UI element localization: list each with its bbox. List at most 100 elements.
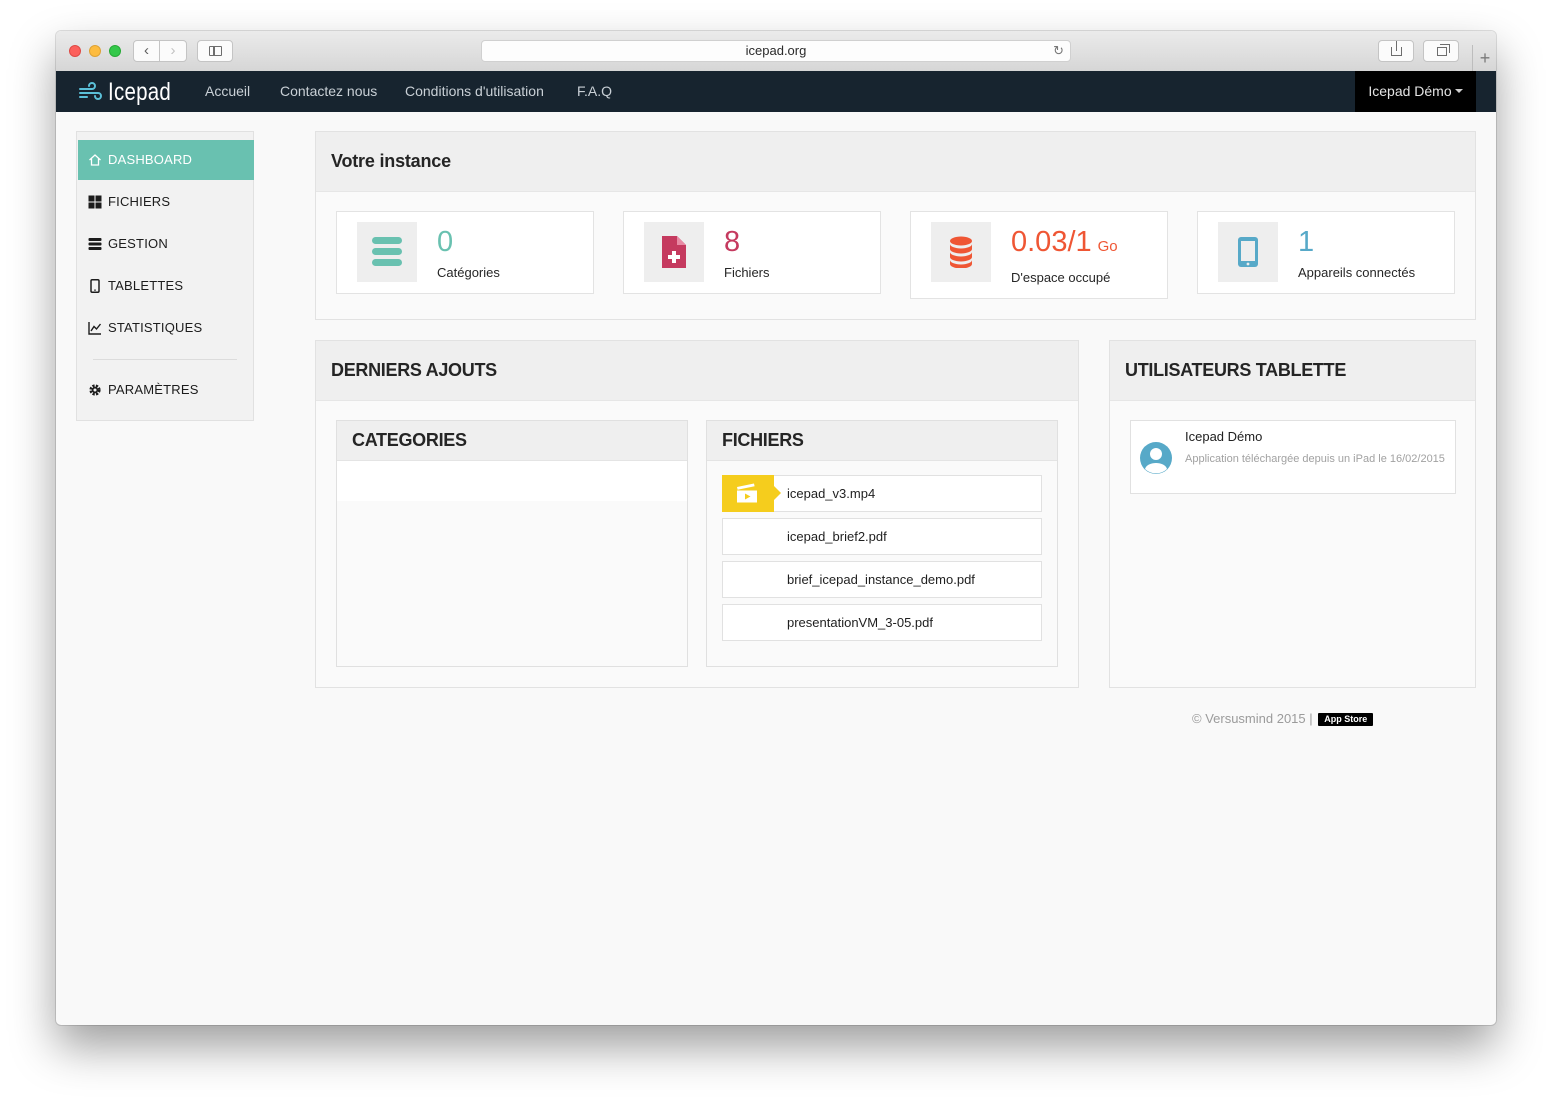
subpanel-title: CATEGORIES: [352, 430, 467, 450]
stat-fichiers[interactable]: 8 Fichiers: [623, 211, 881, 294]
file-name: icepad_v3.mp4: [787, 486, 876, 501]
app-store-badge[interactable]: App Store: [1318, 713, 1374, 727]
subpanel-title: FICHIERS: [722, 430, 804, 450]
sidebar-item-fichiers[interactable]: FICHIERS: [78, 182, 254, 222]
minimize-window-button[interactable]: [89, 45, 101, 57]
browser-window: ‹ › icepad.org ↻ + Icepad Accueil Contac…: [56, 31, 1496, 1025]
stat-icon-box: [1218, 222, 1278, 282]
zoom-window-button[interactable]: [109, 45, 121, 57]
avatar: [1140, 442, 1172, 474]
copyright-text: © Versusmind 2015 |: [1192, 711, 1313, 726]
file-add-icon: [662, 236, 686, 268]
sidebar-item-statistiques[interactable]: STATISTIQUES: [78, 308, 254, 348]
wind-icon: [79, 82, 102, 100]
file-row[interactable]: presentationVM_3-05.pdf: [722, 604, 1042, 641]
recent-panel: DERNIERS AJOUTS CATEGORIES FICHIERS icep…: [315, 340, 1079, 688]
show-tabs-button[interactable]: [1423, 40, 1459, 62]
stat-label: Appareils connectés: [1298, 265, 1416, 280]
stat-icon-box: [357, 222, 417, 282]
sidebar-item-label: PARAMÈTRES: [108, 382, 199, 397]
nav-link-faq[interactable]: F.A.Q: [577, 71, 612, 112]
categories-list: [337, 461, 687, 501]
file-row[interactable]: brief_icepad_instance_demo.pdf: [722, 561, 1042, 598]
sidebar-item-label: GESTION: [108, 236, 168, 251]
close-window-button[interactable]: [69, 45, 81, 57]
stat-icon-box: [644, 222, 704, 282]
panel-title: Votre instance: [331, 151, 451, 171]
page-footer: © Versusmind 2015 | App Store: [1192, 711, 1374, 727]
nav-link-accueil[interactable]: Accueil: [205, 71, 250, 112]
stat-value: 1: [1298, 226, 1315, 258]
sidebar-item-dashboard[interactable]: DASHBOARD: [78, 140, 254, 180]
tabs-icon: [1437, 44, 1450, 56]
nav-link-conditions[interactable]: Conditions d'utilisation: [405, 71, 544, 112]
home-icon: [89, 154, 101, 166]
sidebar-item-gestion[interactable]: GESTION: [78, 224, 254, 264]
stat-value-number: 0.03/1: [1011, 226, 1092, 258]
stat-label: D'espace occupé: [1011, 270, 1111, 285]
file-name: presentationVM_3-05.pdf: [787, 615, 933, 630]
file-row[interactable]: icepad_v3.mp4: [722, 475, 1042, 512]
tablet-icon: [90, 279, 100, 293]
stat-label: Fichiers: [724, 265, 770, 280]
share-button[interactable]: [1378, 40, 1414, 62]
file-name: icepad_brief2.pdf: [787, 529, 887, 544]
list-icon: [372, 237, 402, 266]
chevron-left-icon: ‹: [144, 42, 149, 59]
forward-button[interactable]: ›: [159, 40, 187, 62]
sidebar-item-label: FICHIERS: [108, 194, 171, 209]
sidebar-item-tablettes[interactable]: TABLETTES: [78, 266, 254, 306]
gear-icon: [89, 384, 101, 396]
sidebar-toggle-button[interactable]: [197, 40, 233, 62]
panel-header: UTILISATEURS TABLETTE: [1110, 341, 1475, 401]
panel-title: DERNIERS AJOUTS: [331, 360, 497, 380]
files-subpanel: FICHIERS icepad_v3.mp4 icepad_brief2.pdf…: [706, 420, 1058, 667]
video-file-tag: [722, 475, 781, 512]
stat-value: 0: [437, 226, 454, 258]
bars-icon: [88, 238, 102, 250]
panel-header: DERNIERS AJOUTS: [316, 341, 1078, 401]
user-name: Icepad Démo: [1185, 429, 1263, 444]
nav-link-contact[interactable]: Contactez nous: [280, 71, 377, 112]
stat-value: 8: [724, 226, 741, 258]
back-button[interactable]: ‹: [133, 40, 160, 62]
caret-down-icon: [1454, 89, 1463, 94]
user-menu-label: Icepad Démo: [1368, 83, 1452, 99]
brand-name: Icepad: [108, 77, 172, 106]
user-detail: Application téléchargée depuis un iPad l…: [1185, 453, 1445, 465]
address-bar[interactable]: icepad.org ↻: [481, 40, 1071, 62]
sidebar-item-label: DASHBOARD: [108, 152, 193, 167]
browser-titlebar: ‹ › icepad.org ↻ +: [56, 31, 1496, 72]
reload-icon[interactable]: ↻: [1053, 41, 1064, 61]
sidebar-divider: [93, 359, 237, 360]
sidebar-item-label: STATISTIQUES: [108, 320, 203, 335]
chevron-right-icon: ›: [170, 42, 176, 59]
user-menu-dropdown[interactable]: Icepad Démo: [1355, 71, 1476, 112]
instance-panel: Votre instance 0 Catégories 8 Fichiers 0…: [315, 131, 1476, 320]
file-row[interactable]: icepad_brief2.pdf: [722, 518, 1042, 555]
sidebar-icon: [209, 46, 222, 56]
subpanel-header: FICHIERS: [707, 421, 1057, 461]
url-text: icepad.org: [745, 43, 807, 58]
subpanel-header: CATEGORIES: [337, 421, 687, 461]
stat-label: Catégories: [437, 265, 500, 280]
sidebar-menu: DASHBOARD FICHIERS GESTION TABLETTES STA…: [76, 131, 254, 421]
brand-logo[interactable]: Icepad: [78, 77, 185, 107]
panel-header: Votre instance: [316, 132, 1475, 192]
stat-value: 0.03/1 Go: [1011, 226, 1118, 263]
stat-unit: Go: [1097, 238, 1118, 255]
stat-espace[interactable]: 0.03/1 Go D'espace occupé: [910, 211, 1168, 299]
stat-appareils[interactable]: 1 Appareils connectés: [1197, 211, 1455, 294]
top-navbar: Icepad Accueil Contactez nous Conditions…: [56, 71, 1496, 112]
history-buttons: ‹ ›: [133, 40, 187, 62]
new-tab-button[interactable]: +: [1472, 45, 1496, 71]
chart-icon: [88, 322, 102, 335]
database-icon: [950, 236, 972, 268]
stat-icon-box: [931, 222, 991, 282]
tablet-icon: [1238, 237, 1258, 267]
categories-subpanel: CATEGORIES: [336, 420, 688, 667]
tablet-users-panel: UTILISATEURS TABLETTE Icepad Démo Applic…: [1109, 340, 1476, 688]
user-card[interactable]: Icepad Démo Application téléchargée depu…: [1130, 420, 1456, 494]
sidebar-item-parametres[interactable]: PARAMÈTRES: [78, 370, 254, 410]
stat-categories[interactable]: 0 Catégories: [336, 211, 594, 294]
